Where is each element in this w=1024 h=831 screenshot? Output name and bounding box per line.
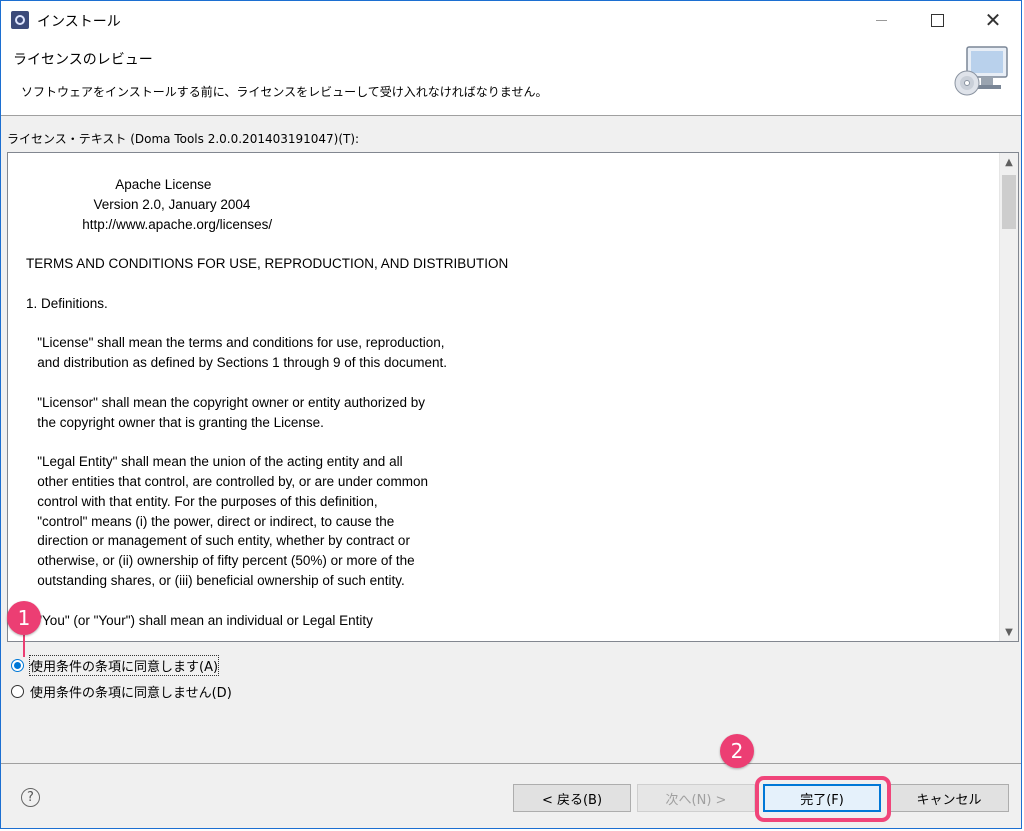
back-button[interactable]: < 戻る(B) <box>513 784 631 812</box>
wizard-header: ライセンスのレビュー ソフトウェアをインストールする前に、ライセンスをレビューし… <box>1 39 1021 115</box>
maximize-button[interactable] <box>909 1 965 39</box>
footer-separator <box>1 763 1021 764</box>
next-button[interactable]: 次へ(N) > <box>637 784 755 812</box>
accept-label: 使用条件の条項に同意します(A) <box>28 655 220 676</box>
page-description: ソフトウェアをインストールする前に、ライセンスをレビューして受け入れなければなり… <box>21 85 548 99</box>
scroll-up-icon[interactable]: ▲ <box>1000 153 1018 171</box>
close-icon: ✕ <box>984 8 1002 32</box>
cancel-button[interactable]: キャンセル <box>889 784 1009 812</box>
accept-license-option[interactable]: 使用条件の条項に同意します(A) <box>11 655 220 676</box>
scroll-thumb[interactable] <box>1002 175 1016 229</box>
license-text-area[interactable]: Apache License Version 2.0, January 2004… <box>7 152 1019 642</box>
decline-radio[interactable] <box>11 685 24 698</box>
accept-radio[interactable] <box>11 659 24 672</box>
help-icon[interactable]: ? <box>21 788 40 807</box>
minimize-button[interactable] <box>853 1 909 39</box>
maximize-icon <box>930 13 944 27</box>
finish-highlight-annotation <box>755 776 891 822</box>
scroll-down-icon[interactable]: ▼ <box>1000 623 1018 641</box>
license-text: Apache License Version 2.0, January 2004… <box>26 177 509 628</box>
minimize-icon <box>875 19 887 21</box>
decline-label: 使用条件の条項に同意しません(D) <box>30 686 232 701</box>
annotation-marker-2: 2 <box>720 734 754 768</box>
decline-license-option[interactable]: 使用条件の条項に同意しません(D) <box>11 682 232 701</box>
page-title: ライセンスのレビュー <box>13 52 153 68</box>
install-computer-icon <box>954 46 1008 96</box>
annotation-marker-1: 1 <box>7 601 41 635</box>
vertical-scrollbar[interactable]: ▲ ▼ <box>999 153 1018 641</box>
install-dialog: インストール ✕ ライセンスのレビュー ソフトウェアをインストールする前に、ライ… <box>0 0 1022 829</box>
marker-1-pointer <box>23 635 25 657</box>
title-bar: インストール ✕ <box>1 1 1021 39</box>
license-label: ライセンス・テキスト (Doma Tools 2.0.0.20140319104… <box>7 132 360 146</box>
eclipse-app-icon <box>11 11 29 29</box>
close-button[interactable]: ✕ <box>965 1 1021 39</box>
window-title: インストール <box>37 14 121 30</box>
header-separator <box>1 115 1021 116</box>
